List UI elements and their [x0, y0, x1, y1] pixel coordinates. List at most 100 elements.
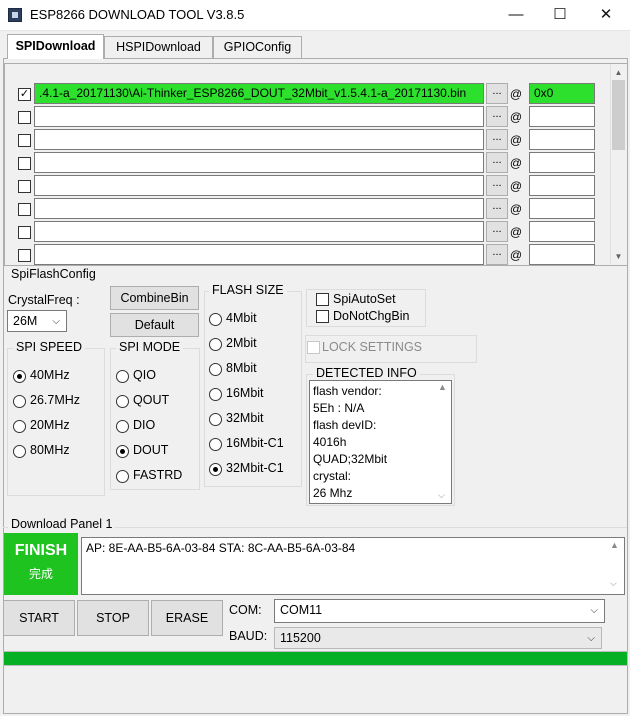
file-row-checkbox[interactable]: [18, 249, 31, 262]
com-port-select[interactable]: COM11 ⌵: [274, 599, 605, 623]
spi-speed-radio[interactable]: [13, 370, 26, 383]
panel-scroll-up-icon[interactable]: ▲: [610, 540, 619, 550]
at-label: @: [509, 110, 523, 124]
start-button[interactable]: START: [3, 600, 75, 636]
file-row-checkbox[interactable]: [18, 157, 31, 170]
spi-mode-radio[interactable]: [116, 395, 129, 408]
combine-bin-button[interactable]: CombineBin: [110, 286, 199, 310]
spi-mode-label: DOUT: [133, 443, 169, 457]
flash-size-radio[interactable]: [209, 413, 222, 426]
crystal-freq-label: CrystalFreq :: [8, 293, 80, 307]
flash-size-label: 16Mbit: [226, 386, 264, 400]
file-path-input[interactable]: [34, 175, 484, 196]
spi-mode-radio[interactable]: [116, 445, 129, 458]
file-row-checkbox[interactable]: [18, 134, 31, 147]
scroll-up-icon[interactable]: ▲: [610, 65, 627, 81]
file-path-input[interactable]: [34, 244, 484, 265]
flash-size-radio[interactable]: [209, 363, 222, 376]
spi-mode-radio[interactable]: [116, 420, 129, 433]
file-row-checkbox[interactable]: ✓: [18, 88, 31, 101]
spi-mode-radio[interactable]: [116, 470, 129, 483]
flash-size-radio[interactable]: [209, 388, 222, 401]
browse-button[interactable]: ...: [486, 244, 508, 265]
detected-info-line: QUAD;32Mbit: [313, 452, 388, 466]
address-input[interactable]: [529, 175, 595, 196]
spi-speed-radio[interactable]: [13, 395, 26, 408]
lock-settings-checkbox[interactable]: [307, 341, 320, 354]
file-path-input[interactable]: [34, 106, 484, 127]
address-input[interactable]: [529, 221, 595, 242]
com-label: COM:: [229, 603, 262, 617]
spi-auto-set-checkbox[interactable]: [316, 293, 329, 306]
spi-mode-title: SPI MODE: [116, 340, 184, 354]
tab-spidownload[interactable]: SPIDownload: [7, 34, 104, 59]
file-row-checkbox[interactable]: [18, 180, 31, 193]
flash-size-radio[interactable]: [209, 313, 222, 326]
file-path-input[interactable]: [34, 152, 484, 173]
spi-mode-radio[interactable]: [116, 370, 129, 383]
info-scroll-down-icon[interactable]: ⌵: [438, 490, 445, 501]
tab-hspidownload[interactable]: HSPIDownload: [104, 36, 213, 58]
default-button[interactable]: Default: [110, 313, 199, 337]
browse-button[interactable]: ...: [486, 129, 508, 150]
spi-speed-radio[interactable]: [13, 420, 26, 433]
app-icon: [8, 8, 22, 22]
flash-size-label: 32Mbit-C1: [226, 461, 284, 475]
at-label: @: [509, 202, 523, 216]
flash-size-label: 32Mbit: [226, 411, 264, 425]
progress-bar-fill: [4, 652, 627, 665]
spi-speed-label: 80MHz: [30, 443, 70, 457]
spiflashconfig-title: SpiFlashConfig: [8, 267, 99, 281]
browse-button[interactable]: ...: [486, 83, 508, 104]
download-panel-title: Download Panel 1: [8, 517, 116, 531]
browse-button[interactable]: ...: [486, 221, 508, 242]
detected-info-line: flash vendor:: [313, 384, 382, 398]
chevron-down-icon: ⌵: [52, 316, 60, 327]
stop-button[interactable]: STOP: [77, 600, 149, 636]
address-input[interactable]: [529, 198, 595, 219]
scroll-down-icon[interactable]: ▼: [610, 249, 627, 265]
info-scroll-up-icon[interactable]: ▲: [438, 382, 447, 392]
address-input[interactable]: 0x0: [529, 83, 595, 104]
tab-gpioconfig[interactable]: GPIOConfig: [213, 36, 302, 58]
flash-size-radio[interactable]: [209, 438, 222, 451]
minimize-button[interactable]: —: [493, 0, 539, 31]
at-label: @: [509, 179, 523, 193]
file-row-checkbox[interactable]: [18, 226, 31, 239]
flash-size-radio[interactable]: [209, 463, 222, 476]
scroll-thumb[interactable]: [612, 80, 625, 150]
file-path-input[interactable]: .4.1-a_20171130\Ai-Thinker_ESP8266_DOUT_…: [34, 83, 484, 104]
address-input[interactable]: [529, 106, 595, 127]
file-row-checkbox[interactable]: [18, 111, 31, 124]
spi-speed-radio[interactable]: [13, 445, 26, 458]
panel-scroll-down-icon[interactable]: ⌵: [610, 578, 617, 589]
file-row-checkbox[interactable]: [18, 203, 31, 216]
spi-speed-label: 20MHz: [30, 418, 70, 432]
detected-info-line: 4016h: [313, 435, 347, 449]
baud-rate-value: 115200: [280, 631, 321, 645]
close-button[interactable]: ✕: [583, 0, 629, 31]
spi-mode-label: QIO: [133, 368, 156, 382]
spi-mode-label: QOUT: [133, 393, 170, 407]
erase-button[interactable]: ERASE: [151, 600, 223, 636]
address-input[interactable]: [529, 152, 595, 173]
do-not-chg-bin-checkbox[interactable]: [316, 310, 329, 323]
crystal-freq-select[interactable]: 26M ⌵: [7, 310, 67, 332]
address-input[interactable]: [529, 244, 595, 265]
browse-button[interactable]: ...: [486, 198, 508, 219]
address-input[interactable]: [529, 129, 595, 150]
spi-mode-label: FASTRD: [133, 468, 183, 482]
baud-label: BAUD:: [229, 629, 268, 643]
browse-button[interactable]: ...: [486, 106, 508, 127]
file-path-input[interactable]: [34, 198, 484, 219]
file-path-input[interactable]: [34, 129, 484, 150]
spi-mode-label: DIO: [133, 418, 156, 432]
maximize-button[interactable]: ☐: [537, 0, 583, 31]
browse-button[interactable]: ...: [486, 152, 508, 173]
status-subtext: 完成: [28, 567, 53, 581]
spi-auto-set-label: SpiAutoSet: [333, 292, 396, 306]
flash-size-radio[interactable]: [209, 338, 222, 351]
file-path-input[interactable]: [34, 221, 484, 242]
baud-rate-select[interactable]: 115200 ⌵: [274, 627, 602, 649]
browse-button[interactable]: ...: [486, 175, 508, 196]
